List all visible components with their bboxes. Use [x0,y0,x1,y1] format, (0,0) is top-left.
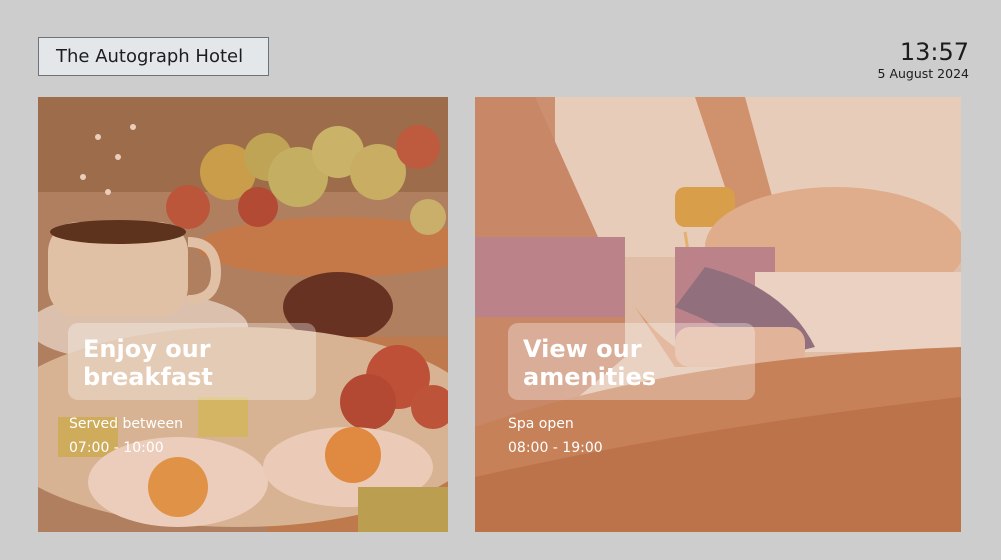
hotel-name: The Autograph Hotel [56,46,244,67]
cta-title-line1: View our [523,335,642,363]
view-amenities-button[interactable]: View our amenities [508,323,755,400]
breakfast-hours-label: Served between [69,416,184,432]
clock-time: 13:57 [899,38,969,66]
cta-title-line2: breakfast [83,363,213,391]
clock: 13:57 5 August 2024 [878,38,969,82]
spa-hours-label: Spa open [508,416,574,432]
cta-title-line1: Enjoy our [83,335,211,363]
enjoy-breakfast-button[interactable]: Enjoy our breakfast [68,323,316,400]
cta-title-line2: amenities [523,363,657,391]
breakfast-hours-value: 07:00 - 10:00 [69,440,164,456]
spa-hours-value: 08:00 - 19:00 [508,440,603,456]
clock-date: 5 August 2024 [877,66,969,81]
image-tint [475,97,961,532]
amenities-card[interactable]: View our amenities Spa open 08:00 - 19:0… [475,97,961,532]
image-tint [38,97,448,532]
hotel-name-badge: The Autograph Hotel [38,37,269,76]
breakfast-card[interactable]: Enjoy our breakfast Served between 07:00… [38,97,448,532]
